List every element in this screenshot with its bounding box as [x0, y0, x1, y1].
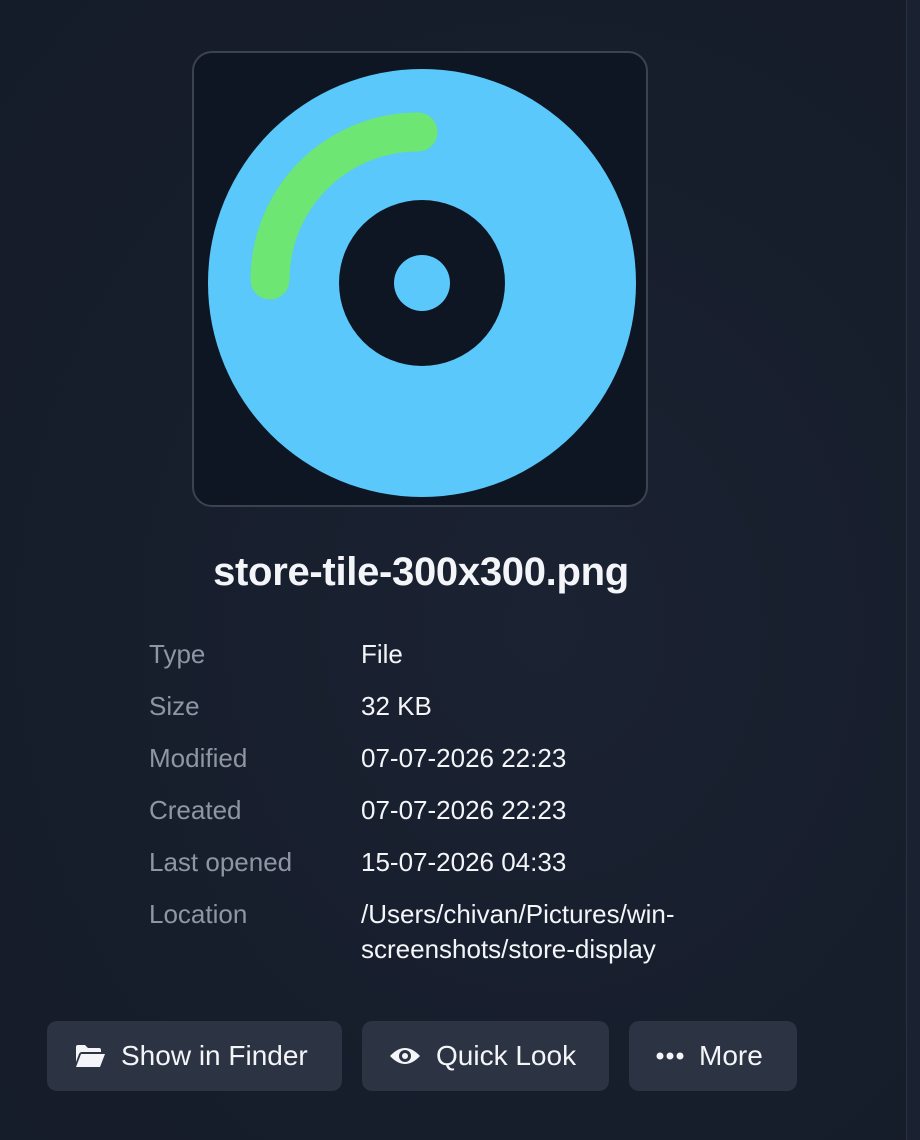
info-row-modified: Modified 07-07-2026 22:23	[149, 741, 721, 776]
file-name-title: store-tile-300x300.png	[213, 550, 629, 594]
info-value: 07-07-2026 22:23	[361, 795, 567, 825]
disc-icon	[208, 69, 636, 497]
info-label: Last opened	[149, 847, 293, 877]
info-label: Type	[149, 639, 206, 669]
info-label: Location	[149, 899, 248, 929]
info-row-last-opened: Last opened 15-07-2026 04:33	[149, 845, 721, 880]
info-label: Modified	[149, 743, 248, 773]
file-info-table: Type File Size 32 KB Modified 07-07-2026…	[149, 637, 721, 984]
folder-open-icon	[74, 1043, 106, 1069]
info-label: Size	[149, 691, 200, 721]
show-in-finder-button[interactable]: Show in Finder	[47, 1021, 342, 1091]
info-value: File	[361, 639, 403, 669]
info-row-type: Type File	[149, 637, 721, 672]
more-label: More	[699, 1040, 763, 1071]
action-bar: Show in Finder Quick Look More	[47, 1021, 797, 1091]
more-button[interactable]: More	[629, 1021, 797, 1091]
file-preview-thumbnail[interactable]	[192, 51, 648, 507]
info-label: Created	[149, 795, 242, 825]
show-in-finder-label: Show in Finder	[121, 1040, 308, 1071]
info-row-created: Created 07-07-2026 22:23	[149, 793, 721, 828]
eye-icon	[389, 1045, 421, 1067]
info-value: 32 KB	[361, 691, 432, 721]
info-value: 07-07-2026 22:23	[361, 743, 567, 773]
info-row-size: Size 32 KB	[149, 689, 721, 724]
ellipsis-icon	[656, 1052, 684, 1060]
quick-look-label: Quick Look	[436, 1040, 577, 1071]
info-value-location: /Users/chivan/Pictures/win-screenshots/s…	[361, 899, 675, 964]
info-value: 15-07-2026 04:33	[361, 847, 567, 877]
quick-look-button[interactable]: Quick Look	[362, 1021, 609, 1091]
panel-divider	[906, 0, 920, 1140]
info-row-location: Location /Users/chivan/Pictures/win-scre…	[149, 897, 721, 967]
